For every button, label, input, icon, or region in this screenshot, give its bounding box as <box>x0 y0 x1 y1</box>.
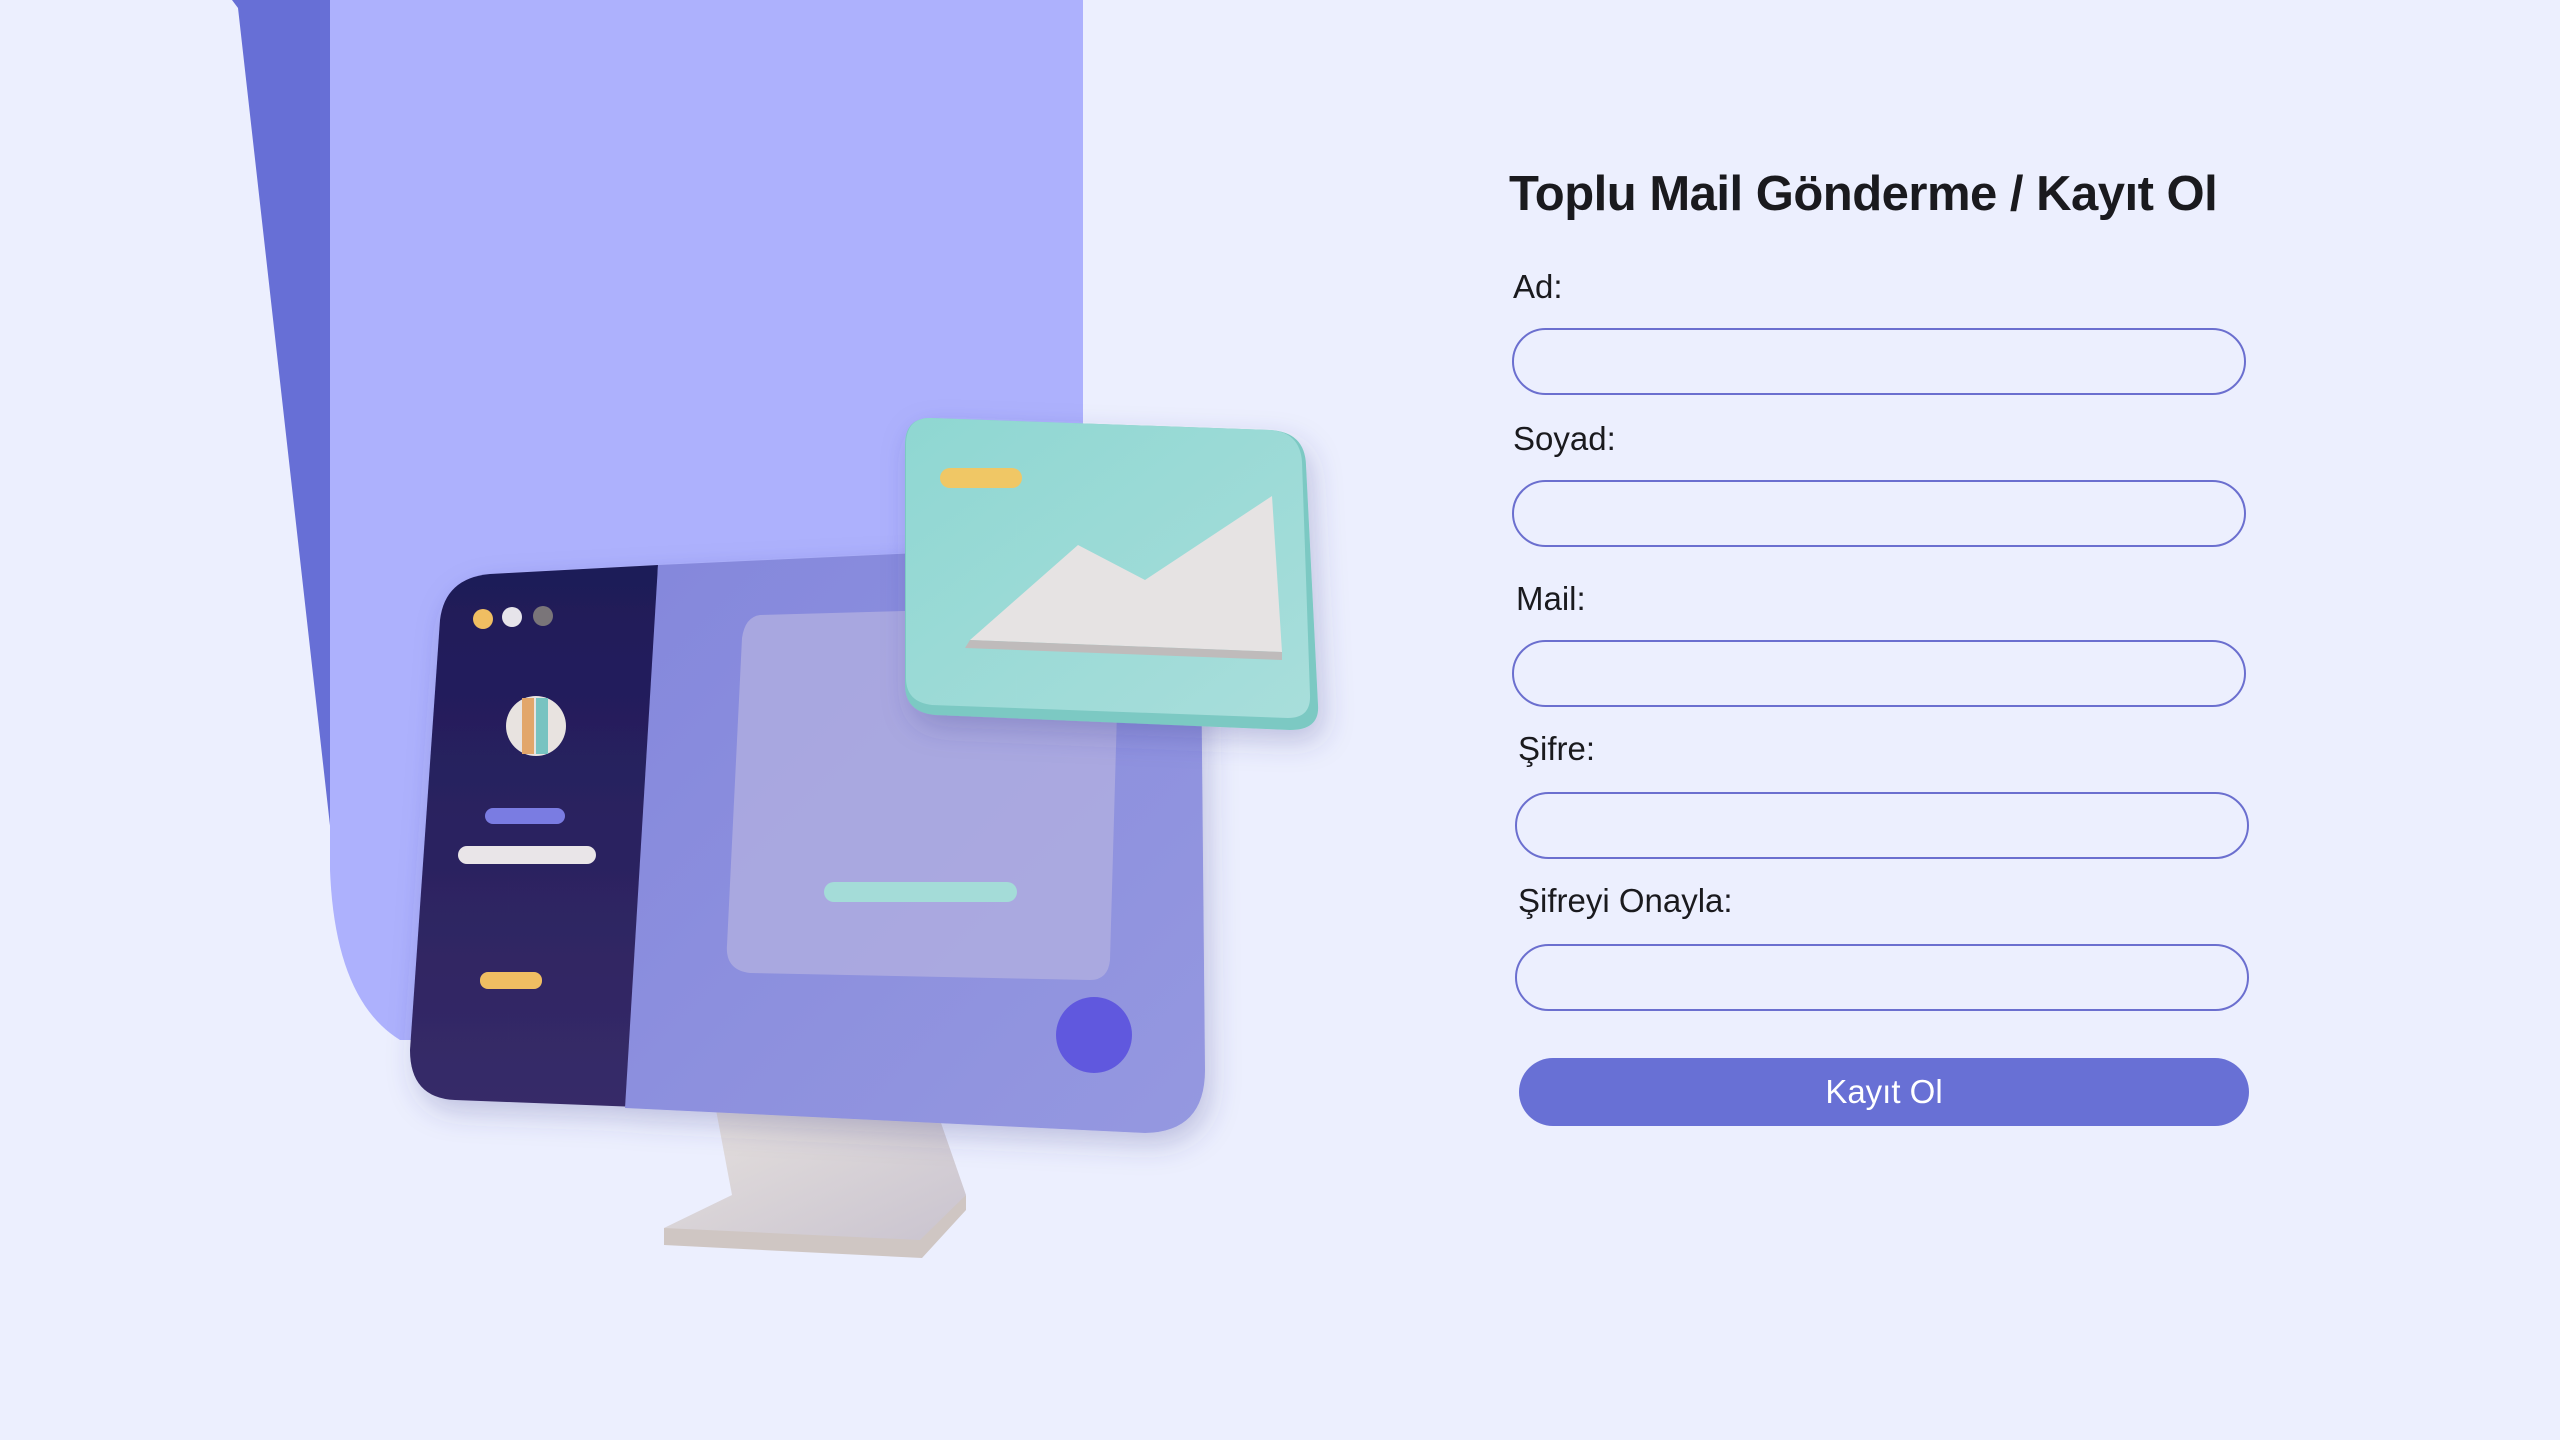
first-name-label: Ad: <box>1513 268 1563 305</box>
avatar <box>506 696 566 756</box>
registration-page: Toplu Mail Gönderme / Kayıt Ol Ad: Soyad… <box>0 0 2560 1440</box>
email-input[interactable] <box>1512 640 2246 707</box>
page-title: Toplu Mail Gönderme / Kayıt Ol <box>1509 167 2218 221</box>
password-input[interactable] <box>1515 792 2249 859</box>
last-name-label: Soyad: <box>1513 420 1616 457</box>
email-label: Mail: <box>1516 580 1586 617</box>
illustration <box>232 0 1319 1258</box>
monitor-stand <box>664 1110 966 1258</box>
confirm-password-input[interactable] <box>1515 944 2249 1011</box>
last-name-input[interactable] <box>1512 480 2246 547</box>
confirm-password-label: Şifreyi Onayla: <box>1518 882 1733 919</box>
register-button[interactable]: Kayıt Ol <box>1519 1058 2249 1126</box>
first-name-input[interactable] <box>1512 328 2246 395</box>
password-label: Şifre: <box>1518 730 1596 767</box>
registration-form: Toplu Mail Gönderme / Kayıt Ol Ad: Soyad… <box>1509 167 2269 1126</box>
envelope-icon <box>905 418 1319 730</box>
